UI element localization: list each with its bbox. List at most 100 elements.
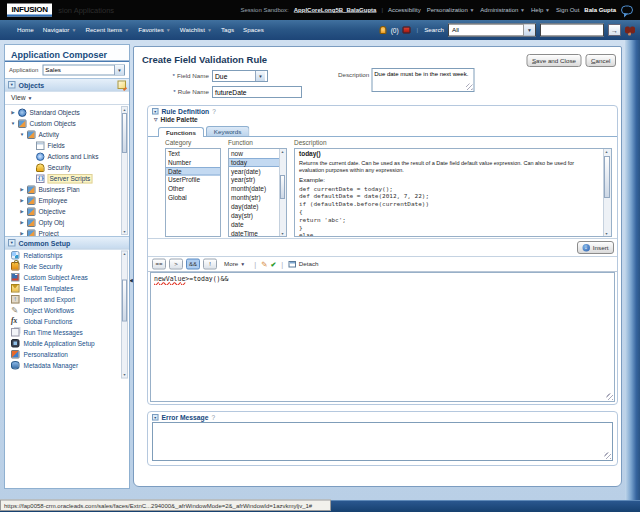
collapse-icon[interactable]: ▼ — [8, 81, 16, 89]
category-item-userprofile[interactable]: UserProfile — [166, 176, 220, 185]
tree-item-business-plan[interactable]: ▶Business Plan — [5, 184, 129, 195]
collapsed-arrow-icon[interactable]: ▶ — [17, 209, 27, 214]
nav-item-home[interactable]: Home — [17, 27, 34, 34]
collapsed-arrow-icon[interactable]: ▶ — [17, 198, 27, 203]
chevron-down-icon[interactable]: ▼ — [523, 25, 535, 36]
tree-item-fields[interactable]: Fields — [5, 140, 129, 151]
scroll-up-icon[interactable]: ▲ — [122, 107, 127, 112]
scroll-down-icon[interactable]: ▼ — [280, 231, 285, 236]
operator-button[interactable]: > — [169, 259, 183, 270]
tree-item-server-scripts[interactable]: Server Scripts — [5, 173, 129, 184]
tree-item-employee[interactable]: ▶Employee — [5, 195, 129, 206]
function-item-today[interactable]: today — [229, 158, 286, 167]
tree-item-actions-and-links[interactable]: Actions and Links — [5, 151, 129, 162]
collapsed-arrow-icon[interactable]: ▶ — [8, 110, 18, 115]
tree-item-opty-obj[interactable]: ▶Opty Obj — [5, 217, 129, 228]
tree-item-standard-objects[interactable]: ▶Standard Objects — [5, 107, 129, 118]
operator-button[interactable]: == — [152, 259, 166, 270]
insert-button[interactable]: Insert — [577, 241, 614, 254]
category-item-date[interactable]: Date — [166, 167, 220, 176]
flag-icon[interactable] — [403, 27, 411, 34]
nav-item-watchlist[interactable]: Watchlist▼ — [180, 27, 212, 34]
validate-icon[interactable]: ✔ — [270, 261, 276, 268]
advanced-search-icon[interactable] — [625, 27, 630, 34]
operator-button[interactable]: ! — [203, 259, 217, 270]
tab-functions[interactable]: Functions — [158, 127, 204, 137]
scrollbar-thumb[interactable] — [122, 280, 127, 322]
common-setup-accordion-header[interactable]: ▼ Common Setup — [5, 236, 129, 250]
category-item-text[interactable]: Text — [166, 149, 220, 158]
resize-grip[interactable] — [607, 394, 614, 401]
edit-note-icon[interactable] — [118, 81, 127, 90]
nav-item-spaces[interactable]: Spaces — [243, 27, 264, 34]
nav-item-navigator[interactable]: Navigator▼ — [43, 27, 77, 34]
field-name-select[interactable]: Due▼ — [212, 70, 268, 82]
function-item-date[interactable]: date — [229, 220, 286, 229]
category-item-number[interactable]: Number — [166, 158, 220, 167]
help-icon[interactable]: ? — [212, 108, 216, 116]
scrollbar-thumb[interactable] — [122, 113, 127, 153]
top-link-sign-out[interactable]: Sign Out — [556, 7, 579, 14]
detach-button[interactable]: Detach — [288, 261, 318, 268]
tab-keywords[interactable]: Keywords — [206, 126, 249, 136]
setup-scrollbar[interactable]: ▲ ▼ — [121, 251, 128, 379]
scroll-up-icon[interactable]: ▲ — [604, 149, 609, 154]
expanded-arrow-icon[interactable]: ▼ — [8, 121, 18, 126]
setup-item-custom-subject-areas[interactable]: Custom Subject Areas — [5, 272, 129, 283]
collapse-icon[interactable]: ▼ — [8, 239, 16, 247]
function-item-daydate[interactable]: day(date) — [229, 202, 286, 211]
tree-item-project[interactable]: ▶Project — [5, 228, 129, 236]
scroll-down-icon[interactable]: ▼ — [604, 231, 609, 236]
setup-item-import-and-export[interactable]: Import and Export — [5, 294, 129, 305]
tree-item-objective[interactable]: ▶Objective — [5, 206, 129, 217]
category-item-global[interactable]: Global — [166, 193, 220, 202]
collapsed-arrow-icon[interactable]: ▶ — [17, 231, 27, 236]
top-link-help[interactable]: Help ▼ — [531, 7, 550, 14]
function-item-now[interactable]: now — [229, 149, 286, 158]
chevron-down-icon[interactable]: ▼ — [114, 65, 124, 75]
top-link-personalization[interactable]: Personalization ▼ — [427, 7, 475, 14]
expression-editor[interactable]: newValue>=today()&& — [150, 272, 615, 402]
view-menu[interactable]: View — [11, 94, 26, 102]
rule-name-input[interactable]: futureDate — [212, 86, 302, 98]
operator-button[interactable]: && — [186, 259, 200, 270]
scroll-up-icon[interactable]: ▲ — [122, 252, 127, 257]
nav-item-tags[interactable]: Tags — [221, 27, 234, 34]
resize-grip[interactable] — [605, 453, 612, 460]
notifications-bell-icon[interactable] — [380, 26, 387, 34]
collapsed-arrow-icon[interactable]: ▶ — [17, 187, 27, 192]
nav-item-favorites[interactable]: Favorites▼ — [138, 27, 171, 34]
search-input[interactable] — [540, 24, 604, 37]
nav-item-recent-items[interactable]: Recent Items▼ — [85, 27, 129, 34]
hide-palette-toggle[interactable]: ▽ Hide Palette — [148, 115, 617, 124]
tree-item-custom-objects[interactable]: ▼Custom Objects — [5, 118, 129, 129]
more-menu[interactable]: More▼ — [224, 261, 245, 268]
expanded-arrow-icon[interactable]: ▼ — [17, 132, 27, 137]
save-and-close-button[interactable]: Save and Close — [526, 54, 581, 67]
scroll-down-icon[interactable]: ▼ — [122, 373, 127, 378]
objects-accordion-header[interactable]: ▼ Objects — [5, 78, 129, 92]
description-textarea[interactable]: Due date must be in the next week. — [371, 68, 474, 92]
edit-pencil-icon[interactable]: ✎ — [261, 260, 267, 268]
chevron-down-icon[interactable]: ▼ — [255, 71, 265, 81]
function-item-yeardate[interactable]: year(date) — [229, 167, 286, 176]
session-sandbox-link[interactable]: ApplCoreLong5B_BalaGupta — [294, 7, 377, 14]
setup-item-mobile-application-setup[interactable]: Mobile Application Setup — [5, 338, 129, 349]
function-item-dateTime[interactable]: dateTime — [229, 229, 286, 237]
setup-item-object-workflows[interactable]: Object Workflows — [5, 305, 129, 316]
function-item-monthstr[interactable]: month(str) — [229, 193, 286, 202]
scroll-down-icon[interactable]: ▼ — [122, 229, 127, 234]
setup-item-global-functions[interactable]: Global Functions — [5, 316, 129, 327]
description-scrollbar[interactable]: ▲ ▼ — [603, 149, 611, 236]
tree-item-security[interactable]: Security — [5, 162, 129, 173]
function-item-daystr[interactable]: day(str) — [229, 211, 286, 220]
function-item-yearstr[interactable]: year(str) — [229, 176, 286, 185]
search-go-button[interactable]: → — [608, 24, 621, 36]
resize-grip[interactable] — [466, 84, 473, 91]
scroll-up-icon[interactable]: ▲ — [280, 149, 285, 154]
setup-item-role-security[interactable]: Role Security — [5, 261, 129, 272]
setup-item-run-time-messages[interactable]: Run Time Messages — [5, 327, 129, 338]
setup-item-relationships[interactable]: Relationships — [5, 250, 129, 261]
setup-item-metadata-manager[interactable]: Metadata Manager — [5, 360, 129, 371]
chat-icon[interactable] — [621, 6, 633, 15]
